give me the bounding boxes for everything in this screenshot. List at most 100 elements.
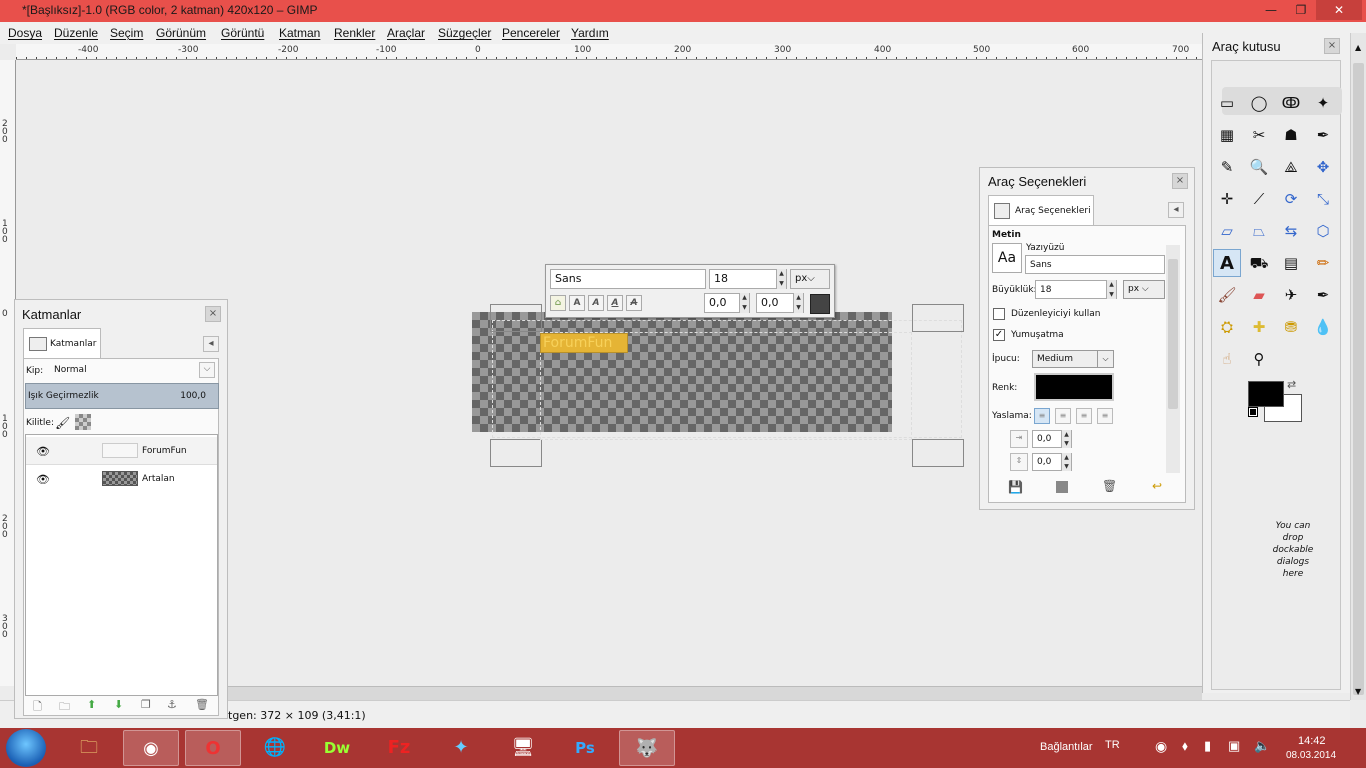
tray-volume-icon[interactable]: 🔈 [1254, 738, 1270, 754]
italic-icon[interactable]: A [588, 295, 604, 311]
menu-katman[interactable]: Katman [279, 26, 320, 40]
lasso-icon[interactable]: ↂ [1277, 89, 1305, 117]
flip-icon[interactable]: ⇆ [1277, 217, 1305, 245]
foreground-select-icon[interactable]: ☗ [1277, 121, 1305, 149]
pencil-icon[interactable]: ✏ [1309, 249, 1337, 277]
menu-renkler[interactable]: Renkler [334, 26, 375, 40]
rect-select-icon[interactable]: ▭ [1213, 89, 1241, 117]
size-spin-icon[interactable]: ▲ ▼ [776, 269, 786, 289]
explorer-icon[interactable]: 🗀 [61, 730, 117, 766]
menu-duzenle[interactable]: Düzenle [54, 26, 98, 40]
kerning-spin-icon[interactable]: ▲ ▼ [793, 293, 803, 313]
close-button[interactable]: ✕ [1316, 0, 1362, 20]
eraser-icon[interactable]: ▰ [1245, 281, 1273, 309]
font-input[interactable]: Sans [1025, 255, 1165, 274]
menu-araclar[interactable]: Araçlar [387, 26, 425, 40]
font-preview-button[interactable]: Aa [992, 243, 1022, 273]
paintbrush-icon[interactable]: 🖌 [1213, 281, 1241, 309]
reset-options-icon[interactable]: ↩ [1152, 479, 1162, 493]
size-field[interactable]: 18 ▲ ▼ [709, 269, 787, 289]
shear-icon[interactable]: ▱ [1213, 217, 1241, 245]
baseline-field[interactable]: 0,0 ▲ ▼ [704, 293, 750, 313]
mode-select[interactable]: Normal [50, 362, 216, 380]
text-layer-content[interactable]: ForumFun [540, 333, 628, 353]
gimp-icon[interactable]: 🐺 [619, 730, 675, 766]
text-color-button[interactable] [810, 294, 830, 314]
scissors-icon[interactable]: ✂ [1245, 121, 1273, 149]
align-icon[interactable]: ✛ [1213, 185, 1241, 213]
measure-icon[interactable]: ⟁ [1277, 153, 1305, 181]
justify-fill-icon[interactable]: ≡ [1097, 408, 1113, 424]
tray-device-icon[interactable]: ▮ [1204, 738, 1211, 754]
tab-tool-options[interactable]: Araç Seçenekleri [988, 195, 1094, 225]
size-spin-icon[interactable]: ▲ ▼ [1106, 280, 1116, 299]
tray-pdf-icon[interactable]: ⬧ [1182, 738, 1188, 754]
text-color-button[interactable] [1034, 373, 1114, 401]
indent-spin-icon[interactable]: ▲ ▼ [1061, 430, 1071, 448]
foreground-color-swatch[interactable] [1248, 381, 1284, 407]
layer-row[interactable]: 👁 ForumFun [26, 437, 217, 465]
menu-pencereler[interactable]: Pencereler [502, 26, 560, 40]
eye-icon[interactable]: 👁 [36, 473, 50, 486]
crop-icon[interactable]: ⟋ [1245, 185, 1273, 213]
clock-time[interactable]: 14:42 [1298, 735, 1326, 747]
menu-secim[interactable]: Seçim [110, 26, 143, 40]
unit-select[interactable]: px⌵ [790, 269, 830, 289]
maximize-button[interactable]: ❐ [1286, 0, 1316, 20]
close-icon[interactable]: × [1172, 173, 1188, 189]
line-spacing-input[interactable]: 0,0 ▲ ▼ [1032, 453, 1072, 471]
filezilla-icon[interactable]: Fz [371, 730, 427, 766]
eye-icon[interactable]: 👁 [36, 445, 50, 458]
cage-icon[interactable]: ⬡ [1309, 217, 1337, 245]
line-spacing-spin-icon[interactable]: ▲ ▼ [1061, 453, 1071, 471]
opera-icon[interactable]: O [185, 730, 241, 766]
text-tool-icon[interactable]: A [1213, 249, 1241, 277]
close-icon[interactable]: × [205, 306, 221, 322]
raise-layer-icon[interactable]: ⬆ [87, 698, 96, 711]
chevron-down-icon[interactable]: ⌵ [199, 362, 215, 378]
clock-date[interactable]: 08.03.2014 [1286, 750, 1336, 761]
indent-input[interactable]: 0,0 ▲ ▼ [1032, 430, 1072, 448]
antialias-checkbox[interactable]: ✓ [993, 329, 1005, 341]
kerning-field[interactable]: 0,0 ▲ ▼ [756, 293, 804, 313]
start-button[interactable] [6, 729, 46, 767]
clone-icon[interactable]: ⛭ [1213, 313, 1241, 341]
new-layer-group-icon[interactable]: 🗀 [59, 698, 70, 717]
tab-menu-icon[interactable]: ◂ [1168, 202, 1184, 218]
horizontal-ruler[interactable]: -400 -300 -200 -100 0 100 200 300 400 50… [16, 44, 1202, 60]
use-editor-checkbox[interactable] [993, 308, 1005, 320]
font-field[interactable]: Sans [550, 269, 706, 289]
layer-row[interactable]: 👁 Artalan [26, 465, 217, 493]
menu-suzgecler[interactable]: Süzgeçler [438, 26, 491, 40]
justify-center-icon[interactable]: ≡ [1076, 408, 1092, 424]
bold-icon[interactable]: A [569, 295, 585, 311]
baseline-spin-icon[interactable]: ▲ ▼ [739, 293, 749, 313]
lock-alpha-icon[interactable] [75, 414, 91, 430]
app-icon[interactable]: ✦ [433, 730, 489, 766]
resize-handle-br[interactable] [912, 439, 964, 467]
fuzzy-select-icon[interactable]: ✦ [1309, 89, 1337, 117]
save-options-icon[interactable]: 💾 [1008, 480, 1023, 494]
tray-eye-icon[interactable]: ◉ [1155, 738, 1167, 755]
tray-label[interactable]: Bağlantılar [1040, 741, 1093, 753]
browser-icon[interactable]: 🌐 [247, 730, 303, 766]
media-player-icon[interactable]: ◉ [123, 730, 179, 766]
dreamweaver-icon[interactable]: Dw [309, 730, 365, 766]
smudge-icon[interactable]: ☝ [1213, 345, 1241, 373]
heal-icon[interactable]: ✚ [1245, 313, 1273, 341]
remote-desktop-icon[interactable]: 🖥 [495, 730, 551, 766]
tab-menu-icon[interactable]: ◂ [203, 336, 219, 352]
blur-icon[interactable]: 💧 [1309, 313, 1337, 341]
perspective-icon[interactable]: ⏢ [1245, 217, 1273, 245]
ellipse-select-icon[interactable]: ◯ [1245, 89, 1273, 117]
trash-icon[interactable]: 🗑 [1102, 479, 1117, 493]
default-colors-icon[interactable] [1248, 407, 1258, 417]
hint-select[interactable]: Medium ⌵ [1032, 350, 1114, 368]
bucket-fill-icon[interactable]: ⛟ [1245, 249, 1273, 277]
size-unit-select[interactable]: px ⌵ [1123, 280, 1165, 299]
swap-colors-icon[interactable]: ⇄ [1287, 378, 1296, 391]
clear-style-icon[interactable]: ⌂ [550, 295, 566, 311]
opacity-slider[interactable]: Işık Geçirmezlik 100,0 [25, 383, 219, 409]
new-layer-icon[interactable]: 🗋 [33, 698, 42, 717]
toolbox-scrollbar[interactable]: ▲ ▼ [1350, 33, 1366, 700]
